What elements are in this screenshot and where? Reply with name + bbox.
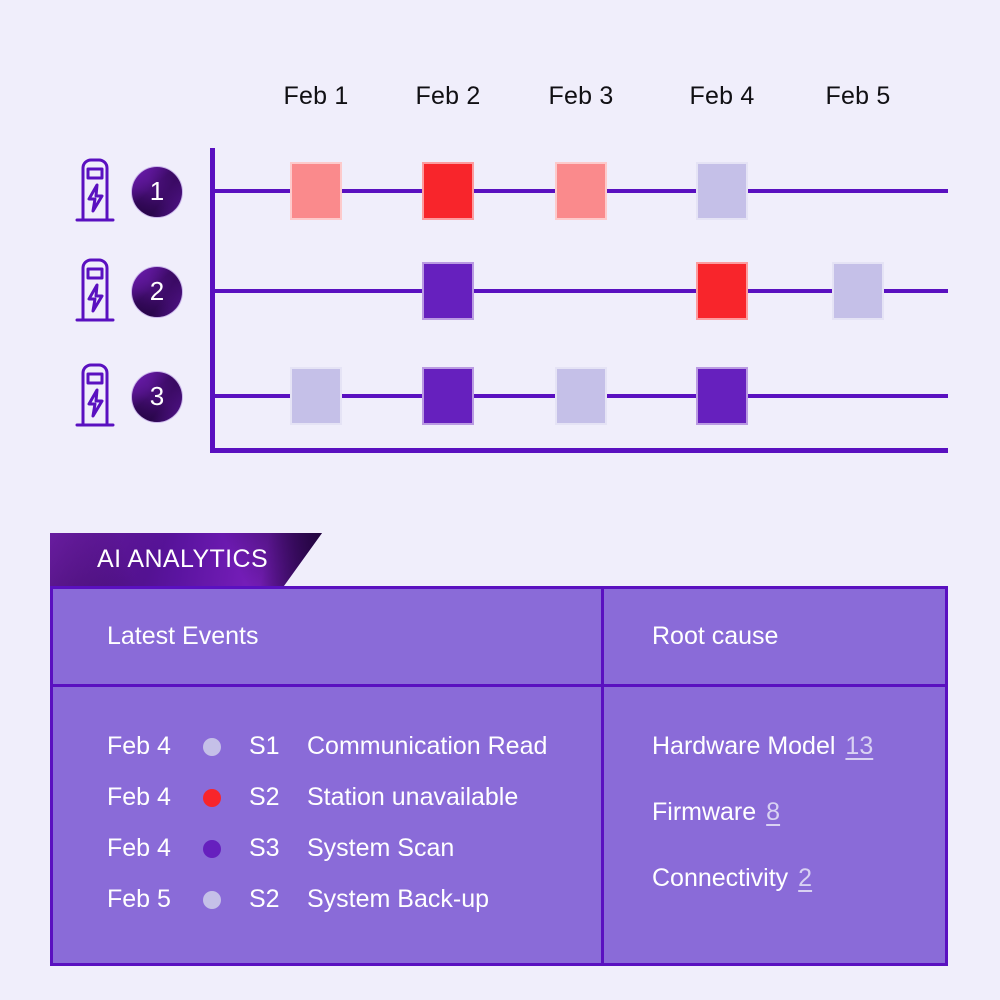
table-header-row: Latest Events Root cause [53,589,945,687]
event-status-dot-icon [203,839,221,858]
date-label-4: Feb 4 [689,82,755,110]
event-date: Feb 4 [107,834,171,862]
chart-y-axis [210,148,215,453]
station-number-badge-label: 3 [149,380,165,411]
event-marker[interactable] [422,262,474,320]
event-marker[interactable] [555,162,607,220]
root-cause-label: Connectivity [652,864,789,892]
root-cause-label: Firmware [652,798,757,826]
root-cause-item[interactable]: Connectivity 2 [652,853,945,904]
event-list-item[interactable]: Feb 4 S2 Station unavailable [107,772,601,823]
root-cause-header-label: Root cause [652,622,779,650]
event-description: System Back-up [307,885,490,913]
root-cause-item[interactable]: Hardware Model 13 [652,721,945,772]
chart-x-axis [210,448,948,453]
root-cause-count[interactable]: 13 [845,732,873,761]
root-cause-item[interactable]: Firmware 8 [652,787,945,838]
root-cause-list: Hardware Model 13 Firmware 8 Connectivity 2 [604,687,945,942]
root-cause-cell: Hardware Model 13 Firmware 8 Connectivity 2 [604,687,945,963]
ev-charging-station-icon [72,256,118,328]
event-marker[interactable] [422,367,474,425]
event-marker[interactable] [555,367,607,425]
station-number-badge-1: 1 [132,167,182,217]
event-description: Station unavailable [307,783,519,811]
date-label-5: Feb 5 [825,82,891,110]
station-number-badge-label: 2 [149,275,165,306]
event-station-id: S3 [249,834,280,862]
event-marker[interactable] [696,262,748,320]
event-marker[interactable] [696,162,748,220]
event-marker[interactable] [832,262,884,320]
ai-analytics-tab[interactable]: AI ANALYTICS [50,533,322,586]
event-station-id: S1 [249,732,280,760]
latest-events-header-label: Latest Events [107,622,259,650]
latest-events-cell: Feb 4 S1 Communication Read Feb 4 S2 Station … [53,687,604,963]
station-timeline-chart: Feb 1 Feb 2 Feb 3 Feb 4 Feb 5 1 2 3 [0,0,1000,500]
root-cause-count[interactable]: 2 [798,864,812,893]
events-list: Feb 4 S1 Communication Read Feb 4 S2 Station … [53,687,601,963]
root-cause-count[interactable]: 8 [766,798,780,827]
station-legend-item-2: 2 [72,252,202,332]
date-label-2: Feb 2 [415,82,481,110]
ev-charging-station-icon [72,361,118,433]
event-list-item[interactable]: Feb 4 S1 Communication Read [107,721,601,772]
latest-events-header-cell: Latest Events [53,589,604,684]
table-body-row: Feb 4 S1 Communication Read Feb 4 S2 Station … [53,687,945,963]
station-number-badge-2: 2 [132,267,182,317]
event-station-id: S2 [249,783,280,811]
root-cause-label: Hardware Model [652,732,836,760]
event-marker[interactable] [696,367,748,425]
event-marker[interactable] [290,367,342,425]
event-station-id: S2 [249,885,280,913]
ai-analytics-panel: AI ANALYTICS Latest Events Root cause Fe… [50,533,948,966]
event-date: Feb 4 [107,732,171,760]
event-marker[interactable] [290,162,342,220]
root-cause-header-cell: Root cause [604,589,945,684]
station-number-badge-3: 3 [132,372,182,422]
date-label-3: Feb 3 [548,82,614,110]
event-marker[interactable] [422,162,474,220]
ev-charging-station-icon [72,156,118,228]
event-status-dot-icon [203,788,221,807]
analytics-table: Latest Events Root cause Feb 4 S1 Communic… [50,586,948,966]
event-description: Communication Read [307,732,548,760]
date-axis-labels: Feb 1 Feb 2 Feb 3 Feb 4 Feb 5 [210,82,948,126]
event-list-item[interactable]: Feb 4 S3 System Scan [107,823,601,874]
station-legend-item-1: 1 [72,152,202,232]
event-date: Feb 4 [107,783,171,811]
station-legend-item-3: 3 [72,357,202,437]
event-date: Feb 5 [107,885,171,913]
event-description: System Scan [307,834,455,862]
event-list-item[interactable]: Feb 5 S2 System Back-up [107,874,601,925]
event-status-dot-icon [203,737,221,756]
ai-analytics-tab-label: AI ANALYTICS [97,545,269,573]
date-label-1: Feb 1 [283,82,349,110]
event-status-dot-icon [203,890,221,909]
station-number-badge-label: 1 [149,175,165,206]
